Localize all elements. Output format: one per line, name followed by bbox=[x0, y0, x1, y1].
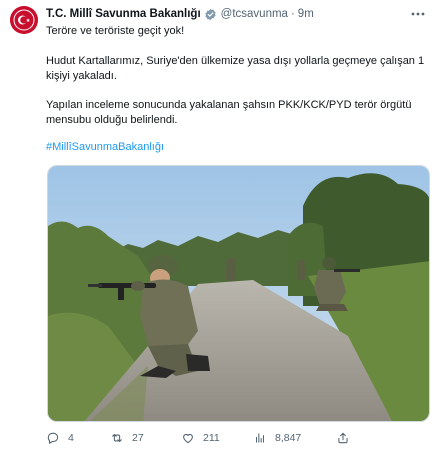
tweet-text-paragraph3: Yapılan inceleme sonucunda yakalanan şah… bbox=[46, 99, 412, 126]
soldiers-on-dirt-road-image bbox=[48, 166, 429, 421]
tweet-photo[interactable] bbox=[47, 165, 430, 422]
timestamp[interactable]: 9m bbox=[298, 8, 314, 20]
views-button[interactable]: 8,847 bbox=[253, 429, 301, 447]
view-count: 8,847 bbox=[275, 432, 302, 444]
tweet[interactable]: T.C. Millî Savunma Bakanlığı @tcsavunma … bbox=[0, 0, 438, 458]
ministry-emblem-icon bbox=[10, 6, 38, 34]
share-button[interactable] bbox=[336, 429, 350, 447]
like-count: 211 bbox=[203, 432, 220, 444]
like-button[interactable]: 211 bbox=[181, 429, 220, 447]
verified-badge-icon bbox=[205, 8, 216, 20]
retweet-icon bbox=[112, 433, 122, 443]
tweet-header: T.C. Millî Savunma Bakanlığı @tcsavunma … bbox=[46, 6, 314, 22]
more-options-icon[interactable] bbox=[410, 6, 426, 22]
avatar[interactable] bbox=[10, 6, 38, 34]
reply-icon bbox=[47, 432, 59, 444]
heart-icon bbox=[183, 433, 193, 444]
hashtag-link[interactable]: #MillîSavunmaBakanlığı bbox=[46, 141, 164, 153]
author-name[interactable]: T.C. Millî Savunma Bakanlığı bbox=[46, 8, 201, 20]
reply-button[interactable]: 4 bbox=[46, 429, 74, 447]
author-handle[interactable]: @tcsavunma bbox=[221, 8, 288, 20]
tweet-actions: 4 27 211 8,847 bbox=[46, 429, 426, 447]
tweet-text-paragraph2: Hudut Kartallarımız, Suriye'den ülkemize… bbox=[46, 55, 425, 82]
separator-dot: · bbox=[290, 8, 295, 20]
retweet-button[interactable]: 27 bbox=[110, 429, 144, 447]
share-icon bbox=[338, 432, 348, 444]
views-chart-icon bbox=[255, 433, 265, 443]
reply-count: 4 bbox=[68, 432, 74, 444]
tweet-text-line1: Teröre ve teröriste geçit yok! bbox=[46, 25, 185, 37]
retweet-count: 27 bbox=[132, 432, 144, 444]
